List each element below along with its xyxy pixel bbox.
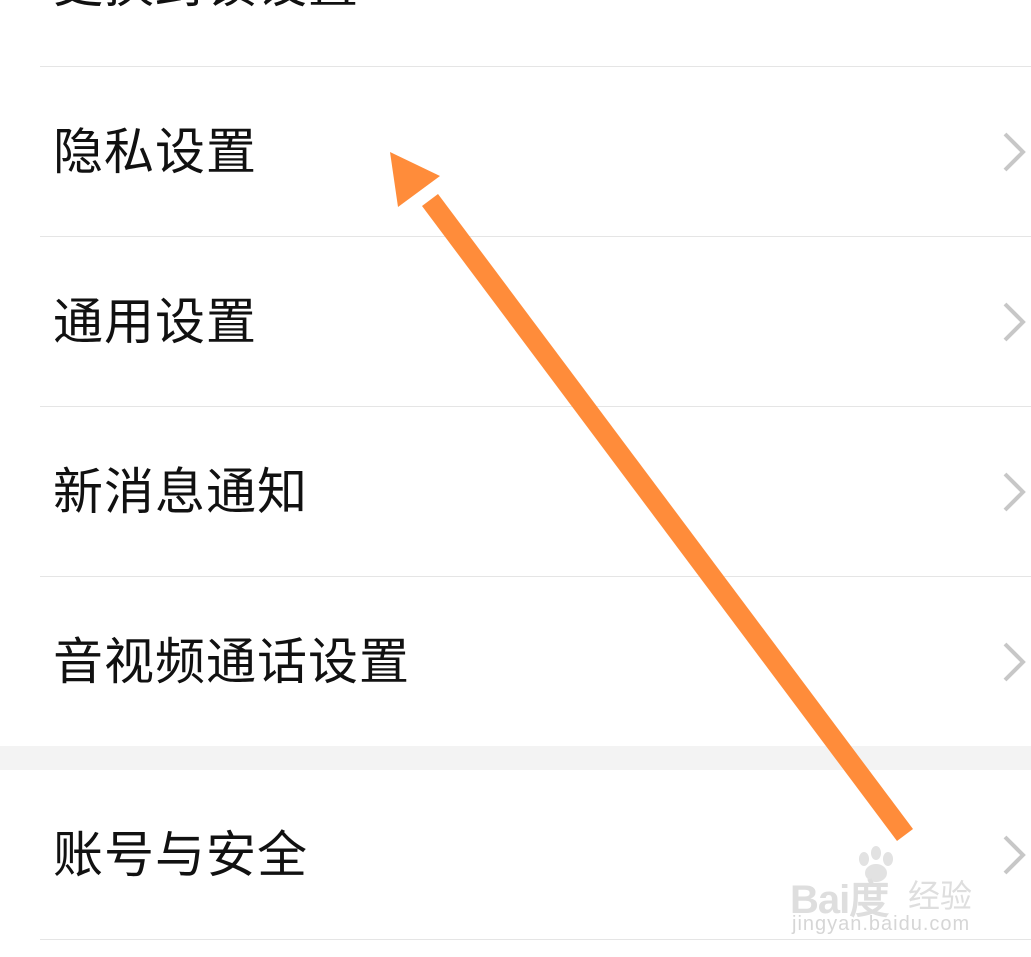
settings-item-label: 更换封锁设置 [53, 0, 359, 10]
watermark-brand-suffix: 经验 [908, 878, 973, 914]
chevron-right-icon [1003, 302, 1026, 342]
chevron-right-icon [1003, 835, 1026, 875]
baidu-watermark: Bai度 经验 jingyan.baidu.com [790, 845, 990, 945]
settings-item-privacy[interactable]: 隐私设置 [0, 67, 1031, 237]
settings-item-top-cutoff[interactable]: 更换封锁设置 [0, 0, 1031, 70]
chevron-right-icon [1003, 132, 1026, 172]
watermark-domain: jingyan.baidu.com [792, 913, 971, 935]
chevron-right-icon [1003, 642, 1026, 682]
settings-item-av-call[interactable]: 音视频通话设置 [0, 577, 1031, 747]
settings-item-general[interactable]: 通用设置 [0, 237, 1031, 407]
settings-item-label: 隐私设置 [53, 123, 257, 181]
group-separator [0, 746, 1031, 770]
settings-item-label: 通用设置 [53, 293, 257, 351]
settings-item-label: 新消息通知 [53, 463, 308, 521]
settings-item-label: 音视频通话设置 [53, 633, 410, 691]
settings-item-notifications[interactable]: 新消息通知 [0, 407, 1031, 577]
settings-item-label: 账号与安全 [53, 826, 308, 884]
chevron-right-icon [1003, 472, 1026, 512]
